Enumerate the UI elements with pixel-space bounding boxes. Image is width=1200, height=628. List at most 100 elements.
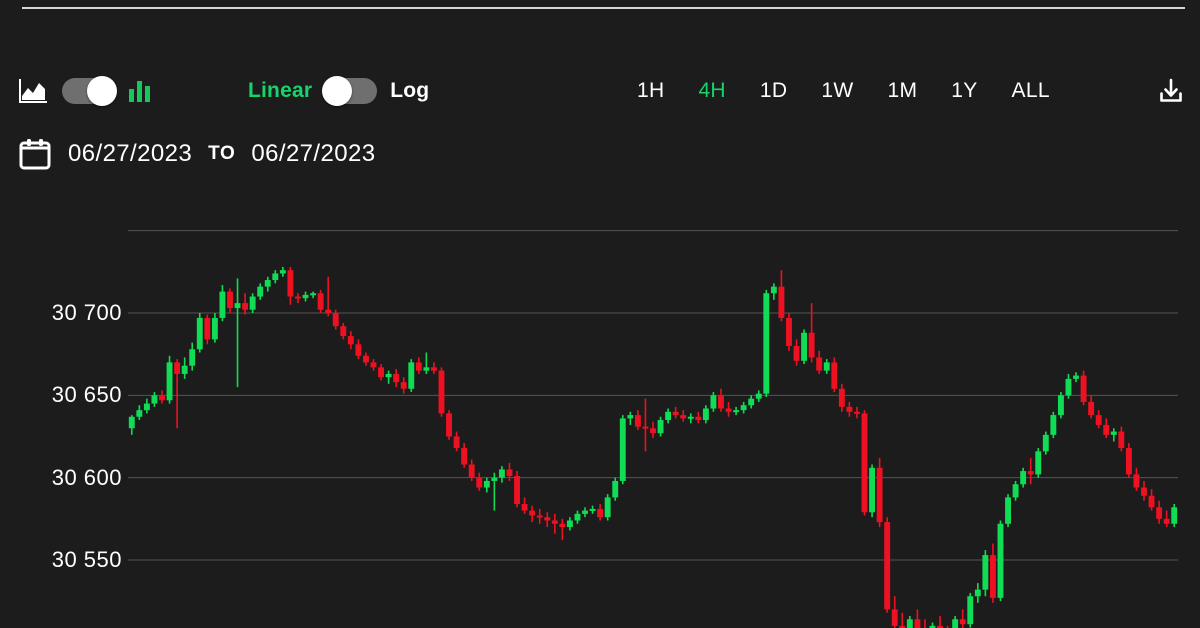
candle — [997, 520, 1004, 602]
candle — [793, 339, 800, 366]
candle — [287, 266, 294, 305]
candle — [1035, 448, 1042, 478]
date-from[interactable]: 06/27/2023 — [68, 140, 192, 168]
candle — [725, 401, 732, 417]
range-selector: 1H 4H 1D 1W 1M 1Y ALL — [620, 62, 1067, 120]
candle — [589, 505, 596, 514]
scale-toggle-group: Linear Log — [248, 62, 429, 120]
candle — [778, 270, 785, 322]
candle — [657, 416, 664, 437]
candle — [763, 289, 770, 397]
range-1h[interactable]: 1H — [620, 62, 681, 120]
date-range-picker[interactable]: 06/27/2023 TO 06/27/2023 — [18, 128, 376, 180]
candle — [924, 619, 926, 628]
linear-label[interactable]: Linear — [248, 79, 312, 103]
candle — [1103, 418, 1110, 439]
candle — [385, 370, 392, 384]
candle — [430, 362, 437, 374]
candle — [181, 357, 188, 379]
candle — [196, 313, 203, 353]
candle — [1110, 428, 1117, 442]
candle — [521, 497, 528, 514]
candle — [1133, 467, 1140, 491]
candle — [529, 505, 536, 523]
candle — [695, 411, 702, 424]
range-4h[interactable]: 4H — [681, 62, 742, 120]
candle — [1012, 480, 1019, 501]
candle — [136, 405, 143, 421]
candle — [959, 609, 966, 628]
candle — [952, 615, 959, 628]
candle — [536, 508, 543, 524]
scale-toggle[interactable] — [322, 76, 378, 106]
candle — [143, 398, 150, 414]
candle — [989, 543, 996, 603]
candle — [816, 350, 823, 374]
candle — [506, 462, 513, 481]
bar-chart-icon[interactable] — [128, 78, 152, 104]
candle — [740, 401, 747, 414]
candle — [801, 329, 808, 365]
candle — [363, 352, 369, 366]
candle — [974, 583, 981, 603]
candle — [642, 398, 649, 452]
candle — [1163, 510, 1170, 528]
candlestick-plot[interactable] — [0, 196, 1200, 628]
toggle-knob — [322, 76, 353, 106]
candle — [861, 410, 868, 516]
range-1y[interactable]: 1Y — [934, 62, 994, 120]
candle — [1118, 426, 1125, 452]
candle — [899, 612, 906, 628]
y-axis-tick-label: 30 600 — [51, 464, 122, 490]
candle — [415, 357, 422, 374]
range-1w[interactable]: 1W — [804, 62, 870, 120]
candle — [347, 331, 354, 350]
candle — [453, 431, 460, 452]
range-all[interactable]: ALL — [995, 62, 1067, 120]
candle — [823, 359, 830, 374]
candle — [1042, 431, 1049, 455]
log-label[interactable]: Log — [390, 79, 429, 103]
date-range-separator: TO — [208, 143, 236, 164]
candle — [672, 406, 679, 419]
candle — [1065, 373, 1072, 399]
candle — [310, 291, 317, 299]
area-chart-icon[interactable] — [18, 78, 48, 104]
candle — [491, 472, 498, 511]
candle — [808, 303, 815, 363]
candle — [544, 512, 551, 528]
chart-type-toggle[interactable] — [62, 76, 117, 106]
candle — [189, 342, 196, 371]
candle — [257, 283, 264, 300]
candle — [1171, 504, 1178, 528]
candle — [891, 596, 898, 628]
date-to[interactable]: 06/27/2023 — [251, 140, 375, 168]
download-button[interactable] — [1156, 62, 1186, 120]
candle — [869, 464, 876, 518]
candle — [597, 504, 604, 521]
candle — [264, 276, 271, 292]
toggle-knob — [87, 76, 117, 106]
candle — [159, 390, 165, 404]
candle — [733, 406, 740, 416]
download-icon — [1156, 76, 1186, 106]
candle — [498, 466, 505, 483]
candle — [393, 368, 400, 388]
range-1m[interactable]: 1M — [870, 62, 934, 120]
candle — [1050, 411, 1057, 439]
price-chart[interactable]: 30 700 30 650 30 600 30 550 — [0, 196, 1200, 628]
candle — [718, 388, 724, 412]
candle — [174, 359, 181, 429]
candle — [884, 517, 891, 613]
candle — [680, 410, 687, 422]
candle — [1057, 392, 1064, 419]
candle — [1005, 494, 1011, 528]
candle — [937, 615, 943, 628]
candle — [325, 276, 332, 317]
candle — [967, 592, 974, 628]
range-1d[interactable]: 1D — [743, 62, 804, 120]
candle — [438, 367, 445, 417]
candle — [219, 285, 226, 322]
calendar-icon — [18, 137, 52, 171]
candle — [914, 609, 921, 628]
